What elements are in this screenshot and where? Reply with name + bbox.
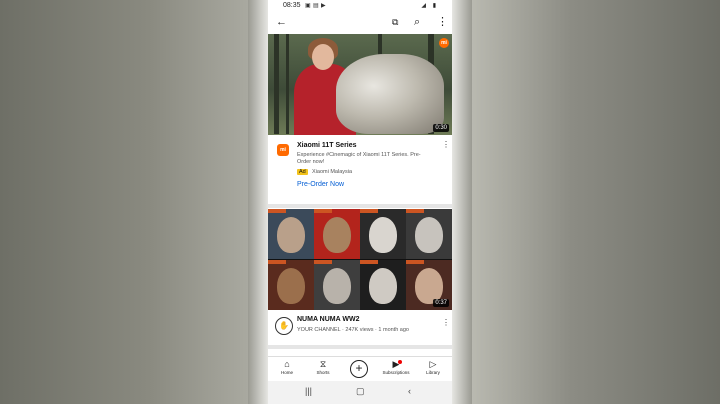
more-options-icon[interactable]: ⋮ xyxy=(437,15,448,29)
tile-banner xyxy=(406,209,424,213)
system-navigation-bar: ||| ▢ ‹ xyxy=(268,381,452,404)
pre-order-link[interactable]: Pre-Order Now xyxy=(297,181,344,188)
portrait-face xyxy=(369,268,397,304)
portrait-face xyxy=(277,217,305,253)
home-icon: ⌂ xyxy=(284,359,290,369)
ad-info[interactable]: mi Xiaomi 11T Series Experience #Cinemag… xyxy=(268,137,452,197)
cast-icon[interactable]: ⧉ xyxy=(392,15,398,29)
tile-banner xyxy=(314,209,332,213)
tile-banner xyxy=(268,209,286,213)
section-divider xyxy=(268,204,452,208)
ad-video-thumbnail[interactable]: mi 0:30 xyxy=(268,34,452,135)
tile-banner xyxy=(360,260,378,264)
camera-icon: ▣ xyxy=(305,3,311,9)
xiaomi-logo-badge: mi xyxy=(439,38,449,48)
forest-tree xyxy=(286,34,289,134)
nav-label: Library xyxy=(426,370,440,375)
nav-home[interactable]: ⌂ Home xyxy=(269,359,305,375)
top-app-bar: ← ⧉ ⌕ ⋮ xyxy=(268,11,452,33)
shorts-icon: ⧖ xyxy=(319,359,327,369)
recent-apps-icon[interactable]: ||| xyxy=(305,386,312,396)
portrait-face xyxy=(415,217,443,253)
forest-tree xyxy=(274,34,279,134)
tile-banner xyxy=(314,260,332,264)
advertiser-avatar[interactable]: mi xyxy=(277,144,289,156)
wolf-figure xyxy=(336,54,444,134)
video-more-icon[interactable]: ⋮ xyxy=(442,318,450,327)
girl-face xyxy=(312,44,334,70)
ad-description: Experience #Cinemagic of Xiaomi 11T Seri… xyxy=(297,152,421,165)
tile-banner xyxy=(360,209,378,213)
status-bar: 08:35 ▣ ▤ ▶ ▮ ◢ xyxy=(268,0,452,11)
phone-edge-left xyxy=(248,0,268,404)
signal-icon: ◢ xyxy=(421,3,426,9)
tile-banner xyxy=(406,260,424,264)
video-thumbnail[interactable]: 0:37 xyxy=(268,209,452,310)
section-divider xyxy=(268,345,452,349)
video-duration: 0:30 xyxy=(433,124,449,132)
background-right xyxy=(472,0,720,404)
nav-shorts[interactable]: ⧖ Shorts xyxy=(305,359,341,375)
tile-banner xyxy=(268,260,286,264)
status-time: 08:35 xyxy=(283,2,301,9)
search-icon[interactable]: ⌕ xyxy=(414,15,420,29)
subscriptions-icon: ▶ xyxy=(392,359,400,369)
library-icon: ▷ xyxy=(429,359,437,369)
video-meta: YOUR CHANNEL · 247K views · 1 month ago xyxy=(297,327,409,333)
portrait-face xyxy=(323,217,351,253)
phone-edge-right xyxy=(452,0,472,404)
video-title[interactable]: NUMA NUMA WW2 xyxy=(297,316,359,323)
phone-screen: 08:35 ▣ ▤ ▶ ▮ ◢ ← ⧉ ⌕ ⋮ mi 0:30 mi Xiaom… xyxy=(268,0,452,404)
portrait-face xyxy=(277,268,305,304)
nav-subscriptions[interactable]: ▶ Subscriptions xyxy=(378,359,414,375)
ad-badge: Ad xyxy=(297,169,308,175)
portrait-tile xyxy=(314,209,360,259)
portrait-face xyxy=(323,268,351,304)
image-icon: ▤ xyxy=(313,3,319,9)
portrait-tile xyxy=(268,260,314,310)
back-icon[interactable]: ‹ xyxy=(408,386,411,396)
nav-label: Shorts xyxy=(316,370,330,375)
youtube-icon: ▶ xyxy=(321,3,326,9)
channel-avatar[interactable]: ✋ xyxy=(275,317,293,335)
battery-icon: ▮ xyxy=(432,3,436,9)
create-button[interactable]: + xyxy=(350,360,368,378)
ad-more-icon[interactable]: ⋮ xyxy=(442,140,450,149)
ad-title[interactable]: Xiaomi 11T Series xyxy=(297,142,357,149)
portrait-tile xyxy=(314,260,360,310)
nav-label: Home xyxy=(280,370,293,375)
notification-dot xyxy=(398,360,402,364)
portrait-tile xyxy=(406,209,452,259)
portrait-tile xyxy=(360,209,406,259)
nav-library[interactable]: ▷ Library xyxy=(415,359,451,375)
portrait-tile xyxy=(360,260,406,310)
bottom-navigation: ⌂ Home ⧖ Shorts + ▶ Subscriptions ▷ Libr… xyxy=(268,356,452,381)
back-arrow-icon[interactable]: ← xyxy=(276,15,287,29)
home-button-icon[interactable]: ▢ xyxy=(356,386,365,397)
advertiser-name: Xiaomi Malaysia xyxy=(312,169,353,175)
portrait-tile xyxy=(268,209,314,259)
portrait-face xyxy=(369,217,397,253)
video-duration: 0:37 xyxy=(433,299,449,307)
nav-label: Subscriptions xyxy=(382,370,410,375)
background-left xyxy=(0,0,248,404)
